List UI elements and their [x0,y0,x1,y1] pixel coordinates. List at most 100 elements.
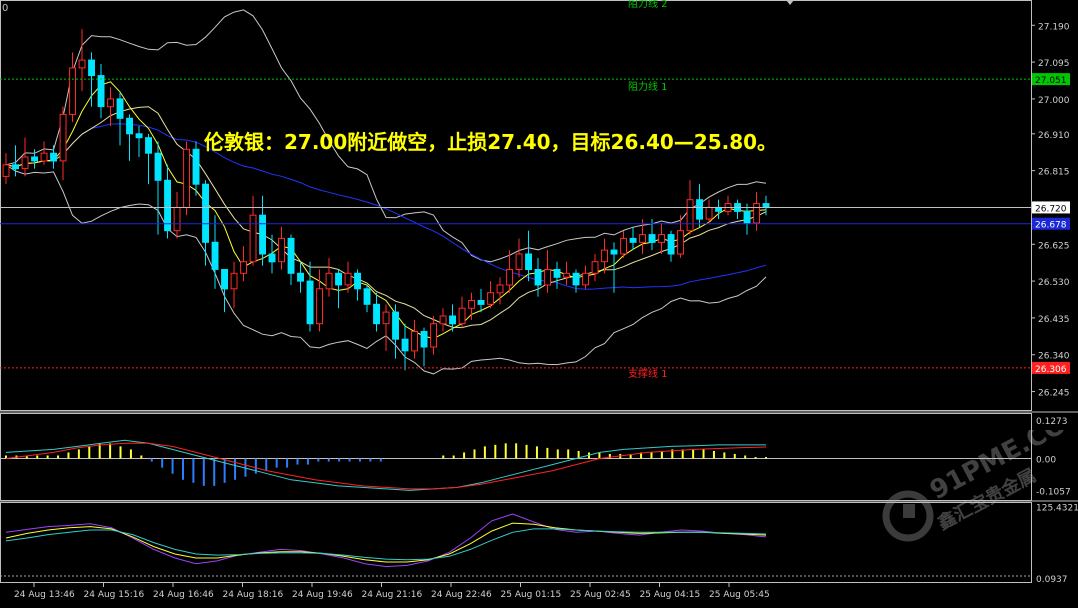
trading-chart: 0 0.1273 0.00 -0.1057 125.4321 0.0937 27.19… [0,0,1078,604]
bearish-candle [97,75,105,108]
y-axis-tick-label: 26.815 [1038,168,1070,178]
bearish-candle [477,300,485,305]
bullish-candle [325,272,333,290]
x-axis-tick-label: 25 Aug 01:15 [501,590,562,600]
bearish-candle [335,272,343,286]
bullish-candle [496,284,504,294]
bullish-candle [686,199,694,232]
bearish-candle [525,253,532,270]
bullish-candle [107,98,114,108]
bullish-candle [705,206,713,220]
bullish-candle [21,156,29,170]
bearish-candle [50,152,57,162]
bullish-candle [411,331,419,352]
y-axis-tick-label: 27.190 [1038,22,1070,32]
bearish-candle [126,117,133,135]
bullish-candle [563,272,570,278]
bearish-candle [449,315,457,325]
y-axis-tick-label: 26.625 [1038,241,1070,251]
watermark-logo: 91PME.COM 鑫汇宝贵金属 [882,430,1078,542]
bullish-candle [78,59,86,69]
bullish-candle [620,237,627,255]
resistance-label-1: 阻力线 1 [628,80,668,93]
bullish-candle [544,269,551,286]
reference-price-tag: 26.678 [1035,221,1067,231]
bearish-candle [12,164,20,170]
y-axis-tick-label: 27.000 [1038,96,1070,106]
corner-label: 0 [2,3,8,14]
bullish-candle [344,272,352,286]
bullish-candle [677,230,684,255]
x-axis-tick-label: 24 Aug 19:46 [292,590,353,600]
y-axis-tick-label: 26.340 [1038,352,1070,362]
y-axis-tick-label: 26.530 [1038,278,1070,288]
bearish-candle [610,249,618,255]
bearish-candle [420,331,428,348]
x-axis-tick-label: 24 Aug 21:16 [362,590,423,600]
bullish-candle [230,272,238,290]
bullish-candle [382,311,390,325]
bearish-candle [401,338,409,352]
bullish-candle [183,148,191,208]
x-axis-tick-label: 24 Aug 18:16 [223,590,284,600]
y-axis-tick-label: 26.435 [1038,315,1070,325]
x-axis-tick-label: 25 Aug 05:45 [709,590,770,600]
bearish-candle [145,137,153,154]
bearish-candle [354,272,362,290]
x-axis-tick-label: 25 Aug 02:45 [570,590,631,600]
bearish-candle [221,269,229,290]
bearish-candle [268,253,276,263]
bullish-candle [582,272,589,286]
bearish-candle [762,203,770,209]
bullish-candle [69,67,76,115]
bullish-candle [506,269,514,286]
bullish-candle [430,323,438,348]
support-price-tag: 26.306 [1035,365,1067,375]
x-axis-tick-label: 24 Aug 13:46 [14,590,75,600]
bullish-candle [591,261,599,274]
bearish-candle [154,152,162,181]
bearish-candle [715,206,722,212]
y-axis-tick-label: 26.245 [1038,389,1070,399]
resistance-label-2: 阻力线 2 [628,0,668,10]
oscillator-axis-label: 0.0937 [1036,575,1068,585]
bearish-candle [306,280,314,325]
bearish-candle [88,59,95,77]
bearish-candle [287,237,295,274]
bearish-candle [31,156,39,162]
bullish-candle [753,203,760,224]
bearish-candle [192,148,200,185]
bearish-candle [553,269,561,278]
macd-axis-label: 0.1273 [1036,417,1068,427]
bearish-candle [211,241,219,270]
bearish-candle [363,288,371,305]
x-axis-tick-label: 24 Aug 22:46 [431,590,492,600]
bearish-candle [116,98,124,119]
y-axis-tick-label: 27.095 [1038,59,1070,69]
bullish-candle [601,249,608,263]
bearish-candle [297,272,305,282]
bearish-candle [164,179,172,232]
bearish-candle [392,311,400,340]
bearish-candle [572,272,580,286]
current-price-tag: 26.720 [1035,204,1067,214]
bullish-candle [278,237,286,263]
bearish-candle [629,237,637,243]
bullish-candle [468,300,476,309]
support-label-1: 支撑线 1 [628,367,668,380]
x-axis-tick-label: 25 Aug 04:15 [640,590,701,600]
bullish-candle [2,164,10,177]
bearish-candle [534,269,542,286]
bullish-candle [639,234,646,243]
bullish-candle [515,253,523,270]
bearish-candle [648,234,656,243]
bearish-candle [743,210,751,224]
bullish-candle [240,261,248,274]
y-axis-tick-label: 26.910 [1038,131,1070,141]
bullish-candle [487,292,495,305]
bearish-candle [373,303,381,325]
bearish-candle [667,234,675,255]
bearish-candle [135,133,143,139]
bullish-candle [316,288,324,325]
bearish-candle [696,199,703,220]
